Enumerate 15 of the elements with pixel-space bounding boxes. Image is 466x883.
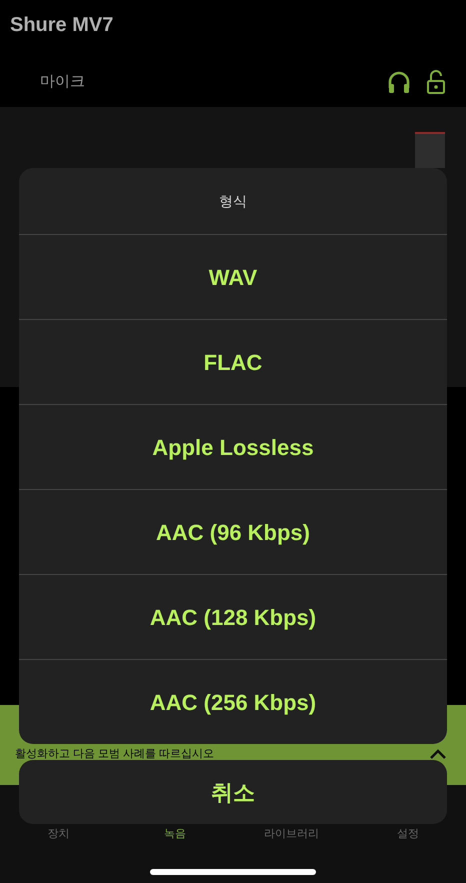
format-option[interactable]: AAC (128 Kbps) (19, 574, 447, 659)
banner-text: 활성화하고 다음 모범 사례를 따르십시오 (15, 748, 214, 760)
format-option[interactable]: WAV (19, 234, 447, 319)
mic-label: 마이크 (40, 72, 85, 92)
sheet-title: 형식 (219, 192, 247, 210)
format-option[interactable]: AAC (256 Kbps) (19, 659, 447, 744)
format-option[interactable]: AAC (96 Kbps) (19, 489, 447, 574)
app-title: Shure MV7 (10, 13, 114, 38)
collapse-chevron-icon[interactable] (430, 749, 446, 759)
cancel-button[interactable]: 취소 (19, 760, 447, 824)
unlocked-padlock-icon[interactable] (426, 70, 446, 94)
format-option[interactable]: Apple Lossless (19, 404, 447, 489)
tab[interactable]: 녹음 (164, 826, 186, 842)
format-option[interactable]: FLAC (19, 319, 447, 404)
headphones-icon[interactable] (387, 70, 411, 94)
